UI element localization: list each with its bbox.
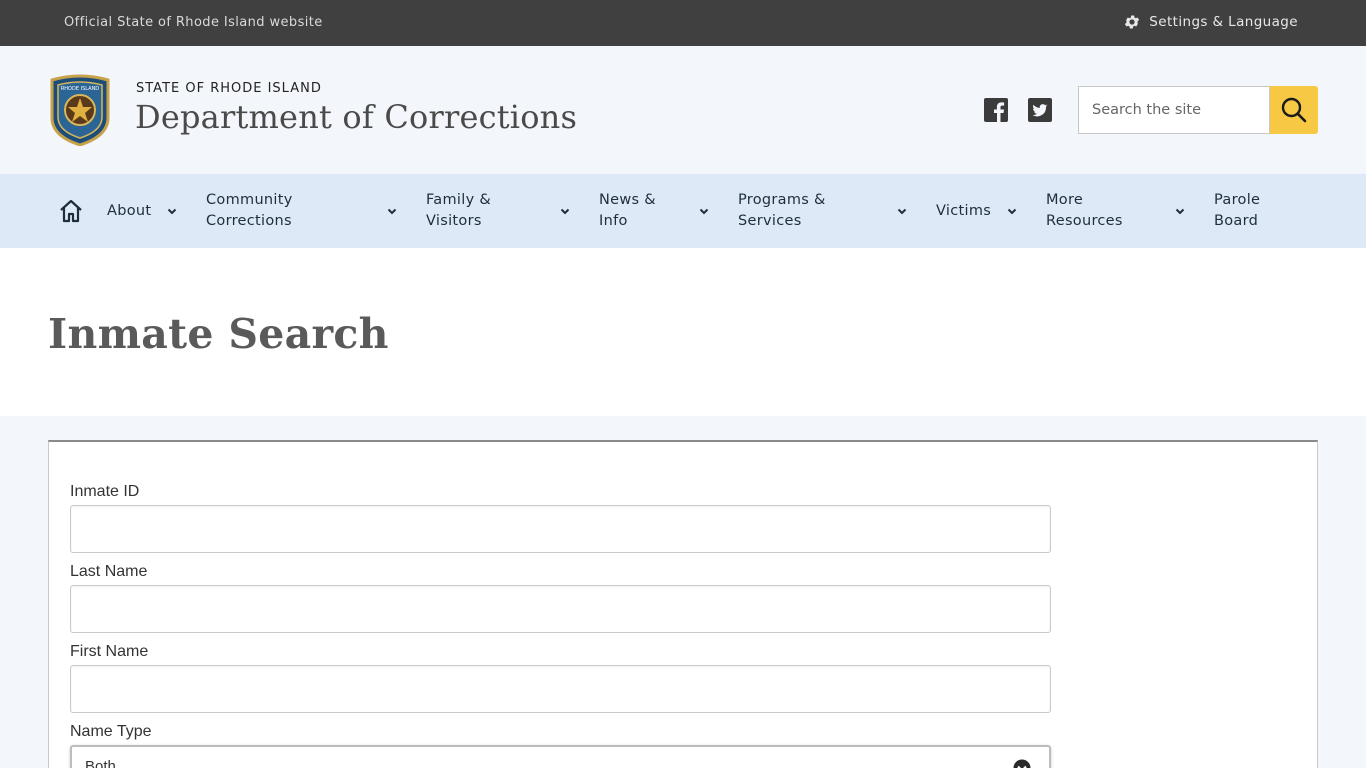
nav-item-label: Parole Board [1214, 192, 1261, 229]
chevron-down-icon [1013, 759, 1031, 768]
page-title: Inmate Search [48, 310, 389, 358]
first-name-field[interactable] [70, 665, 1051, 713]
nav-item-label: News & Info [599, 192, 656, 229]
official-site-notice: Official State of Rhode Island website [64, 15, 323, 30]
inmate-search-form: Inmate ID Last Name First Name Name Type… [48, 440, 1318, 768]
settings-language-label: Settings & Language [1149, 14, 1298, 30]
first-name-label: First Name [70, 643, 149, 660]
nav-item-more-resources[interactable]: More Resources [1046, 174, 1123, 248]
nav-item-news-info[interactable]: News & Info [599, 174, 656, 248]
twitter-icon[interactable] [1028, 98, 1052, 122]
facebook-icon[interactable] [984, 98, 1008, 122]
chevron-down-icon[interactable] [895, 204, 909, 218]
main-navigation: About Community Corrections Family & Vis… [0, 174, 1366, 248]
settings-language-button[interactable]: Settings & Language [1123, 13, 1298, 31]
nav-item-label: Programs & Services [738, 192, 826, 229]
name-type-label: Name Type [70, 723, 152, 740]
state-seal-logo[interactable]: RHODE ISLAND [48, 74, 112, 146]
nav-item-label: Victims [936, 202, 992, 219]
chevron-down-icon[interactable] [1173, 204, 1187, 218]
state-name: STATE OF RHODE ISLAND [136, 81, 322, 96]
nav-item-label: More Resources [1046, 192, 1123, 229]
nav-item-label: About [107, 202, 152, 219]
page-title-band: Inmate Search [0, 248, 1366, 416]
home-icon[interactable] [58, 198, 84, 224]
chevron-down-icon[interactable] [1005, 204, 1019, 218]
nav-item-label: Family & Visitors [426, 192, 491, 229]
last-name-field[interactable] [70, 585, 1051, 633]
gear-icon [1125, 15, 1140, 29]
nav-item-about[interactable]: About [107, 174, 151, 248]
chevron-down-icon[interactable] [558, 204, 572, 218]
inmate-id-label: Inmate ID [70, 483, 140, 500]
chevron-down-icon[interactable] [697, 204, 711, 218]
last-name-label: Last Name [70, 563, 148, 580]
svg-text:RHODE ISLAND: RHODE ISLAND [61, 86, 99, 92]
utility-bar: Official State of Rhode Island website S… [0, 0, 1366, 46]
nav-item-label: Community Corrections [206, 192, 293, 229]
nav-item-victims[interactable]: Victims [936, 174, 991, 248]
search-icon [1281, 97, 1307, 123]
nav-item-community-corrections[interactable]: Community Corrections [206, 174, 293, 248]
chevron-down-icon[interactable] [165, 204, 179, 218]
site-header: RHODE ISLAND STATE OF RHODE ISLAND Depar… [0, 46, 1366, 174]
department-name[interactable]: Department of Corrections [135, 98, 577, 136]
site-search-input[interactable] [1078, 86, 1270, 134]
name-type-selected-value: Both [85, 758, 116, 768]
inmate-id-field[interactable] [70, 505, 1051, 553]
nav-item-programs-services[interactable]: Programs & Services [738, 174, 826, 248]
search-button[interactable] [1270, 86, 1318, 134]
nav-item-family-visitors[interactable]: Family & Visitors [426, 174, 491, 248]
chevron-down-icon[interactable] [385, 204, 399, 218]
name-type-select[interactable]: Both [70, 745, 1051, 768]
nav-item-parole-board[interactable]: Parole Board [1214, 174, 1260, 248]
